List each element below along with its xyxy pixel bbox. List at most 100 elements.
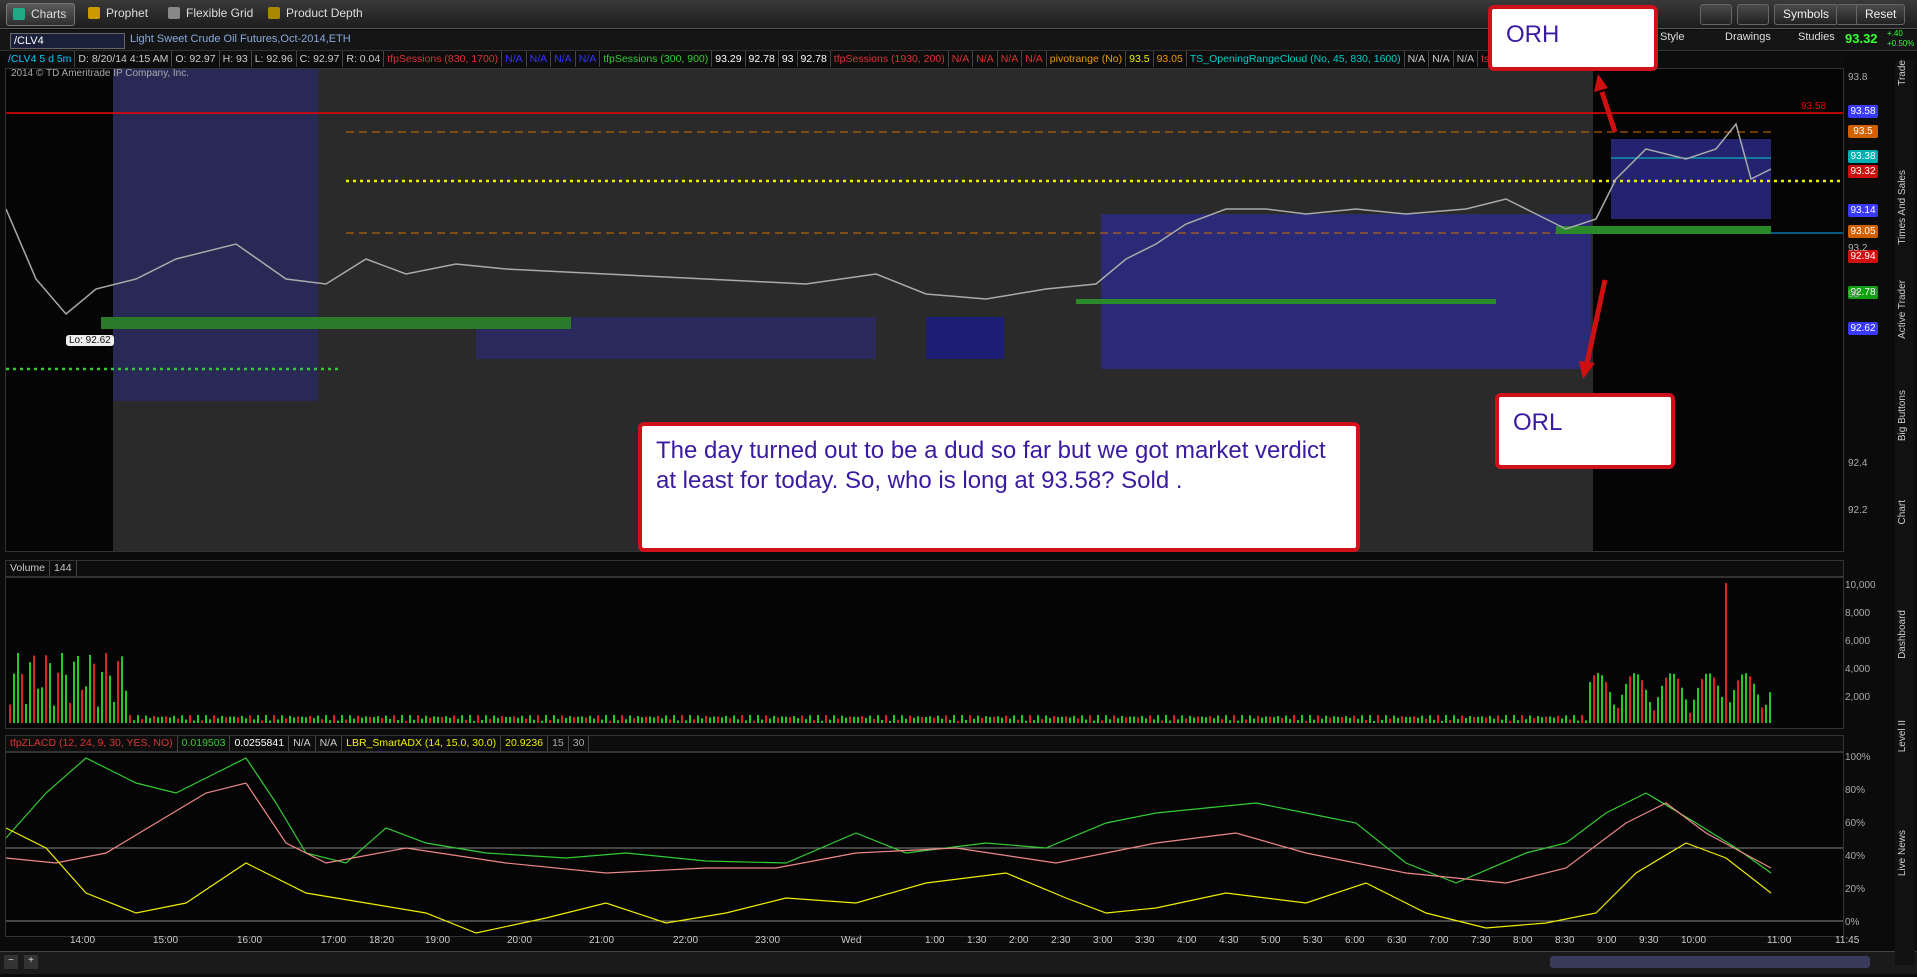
volume-bar <box>925 716 927 723</box>
volume-bar <box>1489 715 1491 723</box>
volume-bar <box>657 715 659 723</box>
sidebar-tab[interactable]: Times And Sales <box>1897 170 1908 245</box>
tab-prophet[interactable]: Prophet <box>82 3 156 24</box>
oscillator-svg <box>5 757 1843 934</box>
volume-pane[interactable] <box>5 577 1844 729</box>
volume-bar <box>1005 715 1007 723</box>
volume-bar <box>1553 717 1555 723</box>
reset-button[interactable]: Reset <box>1856 4 1906 25</box>
volume-bar <box>1141 715 1143 723</box>
osc-axis-tick: 0% <box>1845 917 1860 928</box>
volume-bar <box>1573 715 1575 723</box>
volume-bar <box>469 715 471 723</box>
alert-button[interactable] <box>1700 4 1732 25</box>
style-menu[interactable]: Style <box>1660 31 1684 43</box>
volume-bar <box>685 720 687 723</box>
volume-bar <box>773 715 775 723</box>
sidebar-tab[interactable]: Dashboard <box>1897 610 1908 659</box>
price-axis-tick: 93.2 <box>1848 243 1868 254</box>
volume-bar <box>1129 716 1131 723</box>
volume-bar <box>1741 674 1743 723</box>
volume-bar <box>289 715 291 723</box>
volume-bar <box>817 715 819 723</box>
volume-bar <box>601 719 603 723</box>
commentary-text: The day turned out to be a dud so far bu… <box>656 437 1326 494</box>
volume-bar <box>1297 720 1299 723</box>
time-axis-tick: 6:00 <box>1345 935 1365 946</box>
range-box-2 <box>926 317 1004 359</box>
study-value: N/A <box>1454 51 1479 67</box>
volume-bar <box>1481 716 1483 723</box>
volume-bar <box>613 715 615 723</box>
zoom-in-button[interactable]: + <box>24 955 38 969</box>
volume-bar <box>1201 716 1203 723</box>
volume-bar <box>1101 720 1103 723</box>
volume-bar <box>897 719 899 723</box>
volume-bar <box>1585 720 1587 723</box>
volume-bar <box>461 715 463 723</box>
volume-bar <box>709 717 711 723</box>
volume-bar <box>221 715 223 723</box>
study-value: TS_OpeningRangeCloud (No, 45, 830, 1600) <box>1187 51 1405 67</box>
sidebar-tab[interactable]: Big Buttons <box>1897 390 1908 441</box>
volume-bar <box>1229 720 1231 723</box>
volume-bar <box>645 716 647 723</box>
volume-bar <box>1265 716 1267 723</box>
volume-bar <box>901 715 903 723</box>
volume-bar <box>1381 719 1383 723</box>
zoom-out-button[interactable]: − <box>4 955 18 969</box>
volume-bar <box>1177 719 1179 723</box>
volume-bar <box>965 719 967 723</box>
volume-bar <box>317 715 319 723</box>
symbol-input[interactable]: /CLV4 <box>10 33 125 49</box>
time-axis-tick: 3:00 <box>1093 935 1113 946</box>
tab-product-depth[interactable]: Product Depth <box>262 3 371 24</box>
settings-button[interactable] <box>1737 4 1769 25</box>
orl-note: ORL <box>1495 393 1675 469</box>
drawings-menu[interactable]: Drawings <box>1725 31 1771 43</box>
sidebar-tab[interactable]: Active Trader <box>1897 280 1908 339</box>
right-sidebar: Trade Times And Sales Active Trader Big But… <box>1895 60 1915 965</box>
volume-bar <box>789 717 791 723</box>
time-axis-tick: 6:30 <box>1387 935 1407 946</box>
time-axis-tick: 20:00 <box>507 935 533 946</box>
volume-bar <box>1429 715 1431 723</box>
volume-bar <box>1761 707 1763 723</box>
volume-bar <box>589 715 591 723</box>
volume-bar <box>121 656 123 723</box>
oscillator-pane[interactable] <box>5 752 1844 937</box>
volume-bar <box>273 715 275 723</box>
volume-bar <box>1281 718 1283 723</box>
sidebar-tab[interactable]: Live News <box>1897 830 1908 876</box>
study-value: tfpSessions (1930, 200) <box>831 51 949 67</box>
volume-bar <box>133 720 135 723</box>
sidebar-tab[interactable]: Chart <box>1897 500 1908 524</box>
volume-bar <box>537 715 539 723</box>
volume-bar <box>1045 715 1047 723</box>
depth-icon <box>268 7 280 19</box>
symbols-button[interactable]: Symbols <box>1774 4 1839 25</box>
zlacd-v3: N/A <box>289 736 316 751</box>
volume-bar <box>185 719 187 723</box>
sidebar-tab[interactable]: Level II <box>1897 720 1908 752</box>
volume-bar <box>1541 717 1543 723</box>
tab-flexible-grid[interactable]: Flexible Grid <box>162 3 261 24</box>
volume-bar <box>293 717 295 723</box>
volume-value: 144 <box>50 561 77 576</box>
volume-bar <box>321 719 323 723</box>
bottom-scroll-bar[interactable]: − + <box>0 951 1917 974</box>
volume-bar <box>1665 677 1667 723</box>
volume-bar <box>1765 704 1767 723</box>
studies-menu[interactable]: Studies <box>1798 31 1835 43</box>
hi-tag: 93.58 <box>1801 101 1826 112</box>
price-label: 93.32 <box>1848 165 1878 178</box>
volume-bar <box>1301 715 1303 723</box>
scroll-thumb[interactable] <box>1550 956 1870 968</box>
volume-bar <box>573 717 575 723</box>
volume-bar <box>1233 715 1235 723</box>
tab-charts[interactable]: Charts <box>6 3 76 26</box>
sidebar-tab[interactable]: Trade <box>1897 60 1908 86</box>
volume-bar <box>605 715 607 723</box>
time-axis-tick: 4:30 <box>1219 935 1239 946</box>
volume-bar <box>621 715 623 723</box>
